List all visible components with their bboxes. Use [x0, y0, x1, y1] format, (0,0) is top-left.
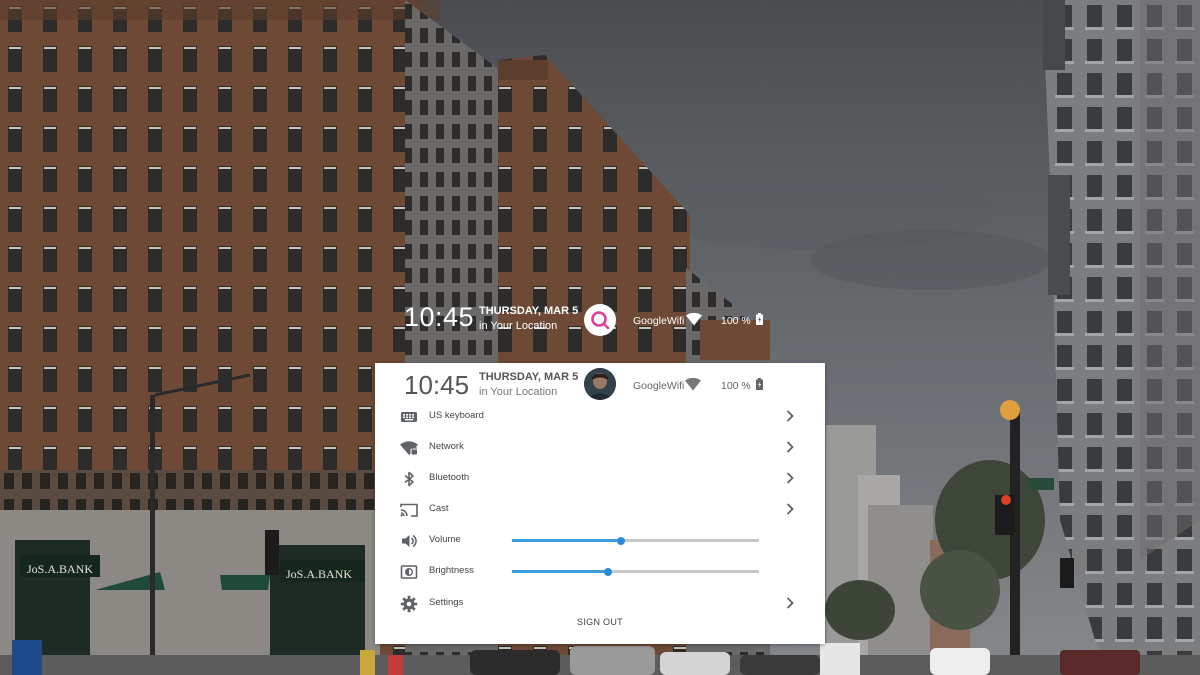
- keyboard-icon: [401, 412, 417, 422]
- chevron-right-icon: [786, 503, 794, 515]
- tray-clock[interactable]: 10:45: [404, 370, 469, 401]
- shelf-clock[interactable]: 10:45: [404, 302, 474, 333]
- shelf-network-name: GoogleWifi: [633, 315, 685, 327]
- chevron-right-icon: [786, 597, 794, 609]
- shelf-location: in Your Location: [479, 320, 558, 332]
- chevron-right-icon: [786, 410, 794, 422]
- volume-slider-fill: [512, 539, 621, 542]
- brightness-icon: [400, 565, 418, 579]
- brightness-slider[interactable]: [512, 567, 759, 576]
- sign-out-button[interactable]: SIGN OUT: [375, 617, 825, 627]
- volume-slider-thumb[interactable]: [616, 536, 625, 545]
- shelf-avatar[interactable]: [584, 304, 616, 336]
- cast-icon: [400, 503, 418, 517]
- tray-item-keyboard[interactable]: US keyboard: [375, 401, 825, 432]
- tray-item-brightness: Brightness: [375, 556, 825, 587]
- tray-item-volume: Volume: [375, 525, 825, 556]
- bluetooth-icon: [404, 471, 414, 487]
- battery-icon: [756, 378, 763, 390]
- wifi-icon: [686, 313, 702, 326]
- shelf-battery-percent: 100 %: [721, 315, 751, 327]
- battery-icon: [756, 313, 763, 325]
- volume-slider[interactable]: [512, 536, 759, 545]
- tray-item-label: US keyboard: [429, 410, 484, 421]
- tray-item-label: Cast: [429, 503, 449, 514]
- brightness-slider-thumb[interactable]: [604, 567, 613, 576]
- tray-avatar[interactable]: [584, 368, 616, 400]
- tray-item-label: Brightness: [429, 565, 474, 576]
- tray-item-network[interactable]: Network: [375, 432, 825, 463]
- tray-location: in Your Location: [479, 386, 558, 398]
- tray-item-label: Bluetooth: [429, 472, 470, 483]
- tray-item-cast[interactable]: Cast: [375, 494, 825, 525]
- chevron-right-icon: [786, 441, 794, 453]
- system-tray-panel: 10:45 THURSDAY, MAR 5 in Your Location G…: [375, 363, 825, 644]
- tray-item-bluetooth[interactable]: Bluetooth: [375, 463, 825, 494]
- user-avatar-icon: [591, 311, 610, 330]
- tray-item-settings[interactable]: Settings: [375, 588, 825, 619]
- tray-network-name: GoogleWifi: [633, 380, 685, 392]
- tray-item-label: Network: [429, 441, 464, 452]
- wifi-icon: [685, 378, 701, 391]
- tray-item-label: Volume: [429, 534, 461, 545]
- volume-icon[interactable]: [400, 532, 418, 550]
- user-photo-icon: [584, 368, 616, 400]
- tray-date: THURSDAY, MAR 5: [479, 371, 579, 383]
- gear-icon: [400, 595, 418, 613]
- store-sign-left: JoS.A.BANK: [27, 562, 93, 576]
- brightness-slider-fill: [512, 570, 609, 573]
- tray-item-label: Settings: [429, 597, 464, 608]
- tray-battery-percent: 100 %: [721, 380, 751, 392]
- tray-header: 10:45 THURSDAY, MAR 5 in Your Location G…: [375, 363, 825, 405]
- network-icon: [400, 441, 418, 456]
- shelf-date: THURSDAY, MAR 5: [479, 305, 579, 317]
- store-sign-center: JoS.A.BANK: [286, 567, 352, 581]
- chevron-right-icon: [786, 472, 794, 484]
